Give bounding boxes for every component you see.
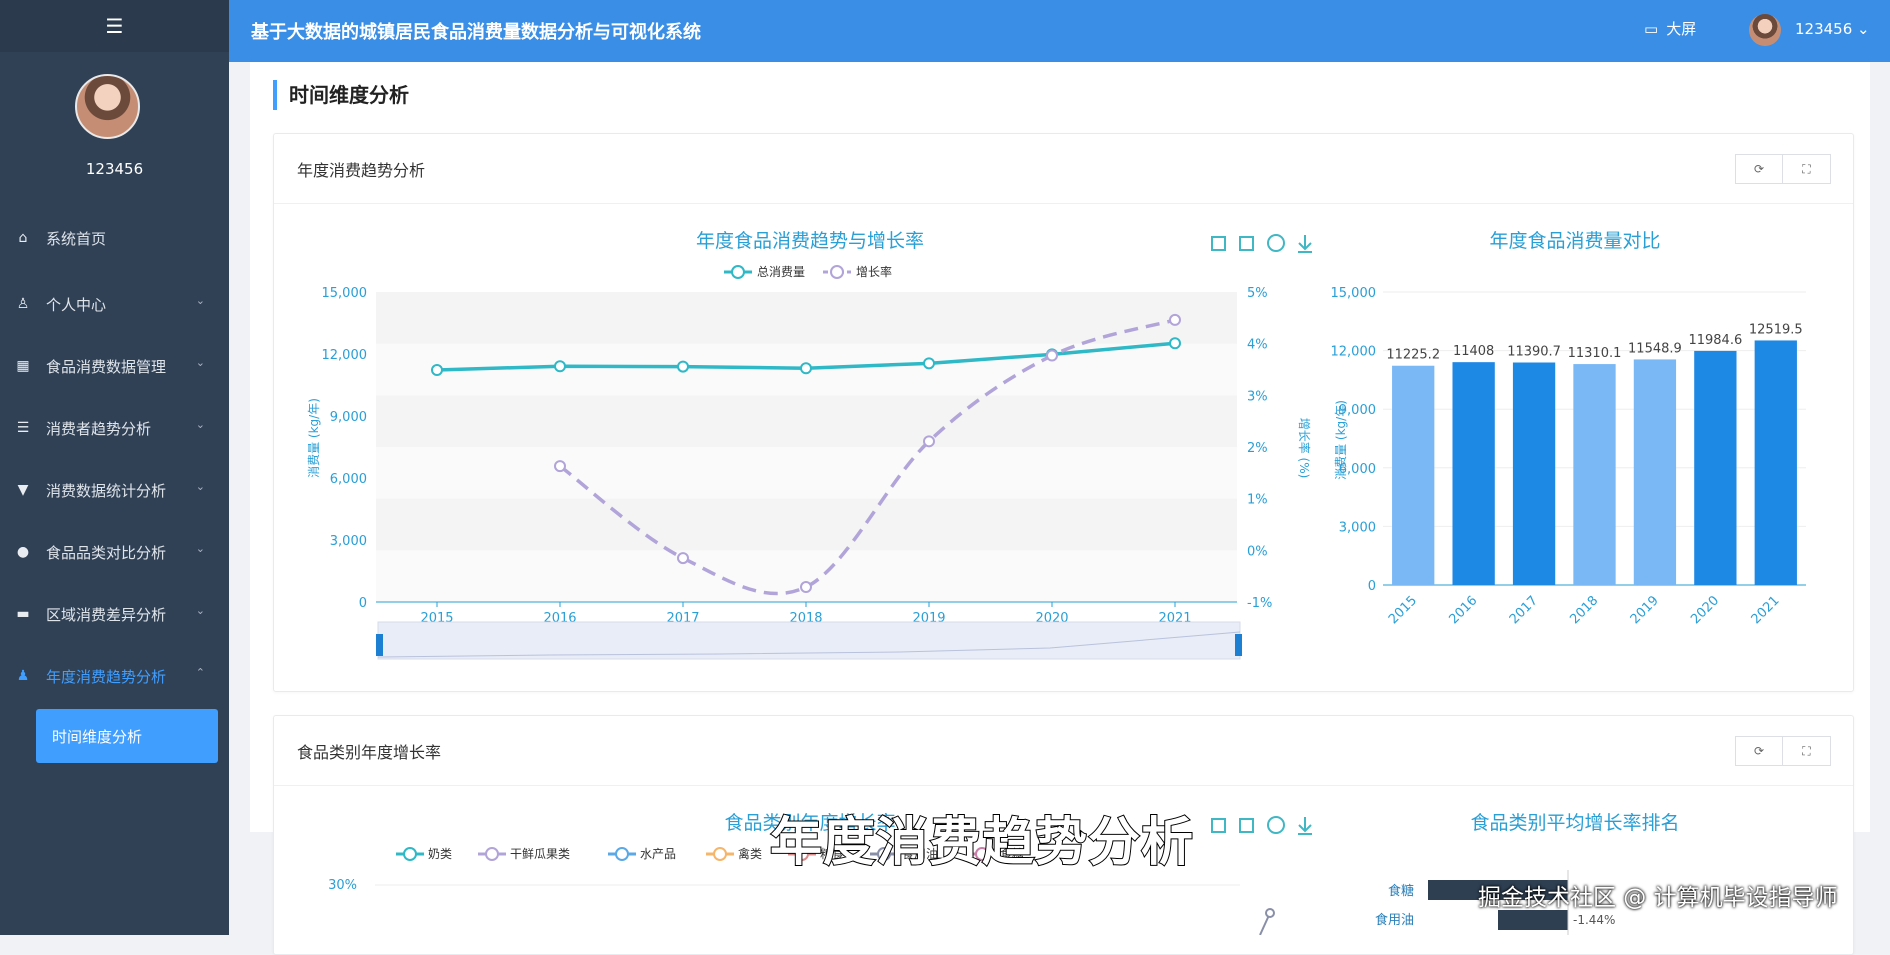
data-point-total bbox=[1169, 337, 1181, 350]
x-tick-label: 2021 bbox=[1749, 593, 1783, 627]
bar bbox=[1498, 910, 1568, 930]
bar-value-label: 11225.2 bbox=[1386, 348, 1440, 363]
data-point bbox=[1265, 908, 1275, 918]
legend-swatch-marker bbox=[615, 847, 629, 861]
x-tick-label: 2017 bbox=[1507, 593, 1541, 627]
charts-layer: 年度食品消费趋势与增长率 总消费量 增长率 0 3,000 6,000 9,000 12… bbox=[307, 230, 1806, 935]
zoom-reset-icon bbox=[1239, 236, 1254, 251]
y-tick-label: 3,000 bbox=[330, 534, 367, 549]
zoom-reset-icon bbox=[1239, 818, 1254, 833]
y-tick-label-right: 1% bbox=[1247, 493, 1268, 508]
bar-value-label: 11548.9 bbox=[1628, 341, 1682, 356]
y-tick-label: 0 bbox=[359, 596, 367, 611]
grid-band bbox=[376, 498, 1237, 551]
chart-toolbox[interactable] bbox=[1211, 816, 1312, 835]
y-tick-label-right: 3% bbox=[1247, 389, 1268, 404]
y-tick-label: 12,000 bbox=[322, 348, 368, 363]
bar bbox=[1633, 359, 1677, 585]
legend-swatch-marker bbox=[713, 847, 727, 861]
y-tick-label: 15,000 bbox=[322, 286, 368, 301]
zoom-icon bbox=[1211, 236, 1226, 251]
grid-band bbox=[376, 395, 1237, 447]
y-tick-label-right: 2% bbox=[1247, 441, 1268, 456]
y-tick-label: 3,000 bbox=[1339, 520, 1376, 535]
legend-label: 禽类 bbox=[738, 846, 762, 861]
data-point-growth bbox=[1046, 349, 1058, 362]
chart-title: 年度食品消费量对比 bbox=[1489, 230, 1660, 252]
y-tick-label: 12,000 bbox=[1331, 345, 1377, 360]
download-icon bbox=[1298, 817, 1312, 835]
data-point-growth bbox=[677, 552, 689, 565]
bar bbox=[1392, 365, 1435, 585]
chart-title: 食品类别平均增长率排名 bbox=[1470, 812, 1679, 834]
bar bbox=[1694, 350, 1737, 585]
data-point-total bbox=[923, 357, 935, 370]
chart-title: 年度食品消费趋势与增长率 bbox=[696, 230, 924, 252]
y-axis-label-right: 增长率 (%) bbox=[1297, 418, 1312, 479]
data-point-total bbox=[800, 362, 812, 375]
x-tick-label: 2019 bbox=[1628, 593, 1662, 627]
legend-swatch-marker bbox=[403, 847, 417, 861]
data-point-total bbox=[431, 364, 443, 377]
legend-swatch-marker bbox=[830, 265, 844, 279]
data-point-growth bbox=[1169, 313, 1181, 326]
chart-marks: 11225.2 11408 11390.7 11310.1 11548.9 11984.6… bbox=[1386, 322, 1803, 585]
chart-toolbox[interactable] bbox=[1211, 234, 1312, 253]
bar-value-label: 11408 bbox=[1453, 344, 1494, 359]
bar bbox=[1512, 362, 1556, 585]
bar-value-label: 11984.6 bbox=[1688, 333, 1742, 348]
grid-band bbox=[376, 550, 1237, 602]
data-label: -1.44% bbox=[1573, 913, 1615, 927]
y-axis-label: 消费量 (kg/年) bbox=[1334, 400, 1348, 480]
category-label: 食糖 bbox=[1388, 883, 1414, 899]
chart-legend[interactable]: 总消费量 增长率 bbox=[724, 264, 892, 279]
watermark: 掘金技术社区 @ 计算机毕设指导师 bbox=[1478, 885, 1838, 911]
bar-value-label: 11310.1 bbox=[1568, 346, 1622, 361]
y-tick-label-right: 5% bbox=[1247, 286, 1268, 301]
legend-label[interactable]: 总消费量 bbox=[757, 265, 805, 279]
data-point-total bbox=[554, 360, 566, 373]
y-tick-label: 30% bbox=[328, 878, 357, 893]
zoom-icon bbox=[1211, 818, 1226, 833]
download-icon bbox=[1298, 235, 1312, 253]
video-subtitle: 年度消费趋势分析 bbox=[769, 812, 1195, 874]
legend-label[interactable]: 增长率 bbox=[856, 264, 892, 279]
y-tick-label: 0 bbox=[1368, 579, 1376, 594]
zoom-handle-left[interactable] bbox=[376, 634, 383, 656]
bar-value-label: 12519.5 bbox=[1749, 322, 1803, 337]
zoom-handle-right[interactable] bbox=[1235, 634, 1242, 656]
y-axis-label: 消费量 (kg/年) bbox=[307, 398, 321, 478]
bar bbox=[1573, 364, 1616, 585]
y-tick-label: 9,000 bbox=[330, 410, 367, 425]
data-point-growth bbox=[554, 460, 566, 473]
y-tick-label-right: 0% bbox=[1247, 544, 1268, 559]
data-point-total bbox=[677, 360, 689, 373]
x-tick-label: 2015 bbox=[1386, 593, 1420, 627]
bar bbox=[1452, 362, 1495, 585]
y-tick-label-right: 4% bbox=[1247, 338, 1268, 353]
x-tick-label: 2020 bbox=[1688, 593, 1722, 627]
data-point-growth bbox=[923, 435, 935, 448]
restore-icon bbox=[1267, 234, 1285, 252]
legend-swatch-marker bbox=[731, 265, 745, 279]
restore-icon bbox=[1267, 816, 1285, 834]
data-zoom-slider[interactable] bbox=[376, 621, 1242, 660]
category-label: 食用油 bbox=[1375, 912, 1414, 928]
data-point-growth bbox=[800, 581, 812, 594]
y-tick-label: 15,000 bbox=[1331, 286, 1377, 301]
y-tick-label: 6,000 bbox=[330, 472, 367, 487]
legend-swatch-marker bbox=[485, 847, 499, 861]
grid-band bbox=[376, 447, 1237, 499]
x-tick-label: 2018 bbox=[1567, 593, 1601, 627]
x-tick-label: 2016 bbox=[1446, 593, 1480, 627]
legend-label: 奶类 bbox=[428, 847, 452, 861]
bar bbox=[1754, 340, 1797, 585]
grid-bands bbox=[376, 292, 1237, 602]
y-tick-label-right: -1% bbox=[1247, 596, 1272, 611]
legend-label: 水产品 bbox=[640, 847, 676, 861]
legend-label: 干鲜瓜果类 bbox=[510, 847, 570, 861]
bar-value-label: 11390.7 bbox=[1507, 345, 1561, 360]
